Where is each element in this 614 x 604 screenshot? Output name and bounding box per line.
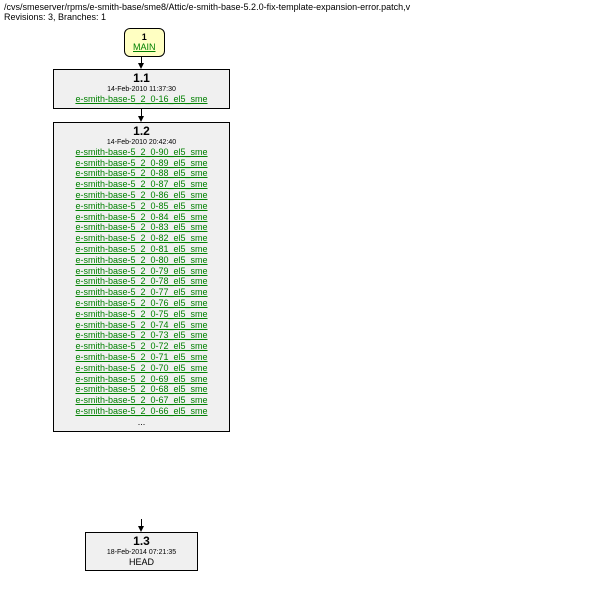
revision-tag-link[interactable]: e-smith-base-5_2_0-86_el5_sme: [58, 190, 225, 201]
cvs-header: /cvs/smeserver/rpms/e-smith-base/sme8/At…: [0, 0, 614, 24]
revision-tag-link[interactable]: e-smith-base-5_2_0-89_el5_sme: [58, 158, 225, 169]
revision-tag-link[interactable]: e-smith-base-5_2_0-16_el5_sme: [58, 94, 225, 105]
revision-tag-link[interactable]: e-smith-base-5_2_0-90_el5_sme: [58, 147, 225, 158]
revision-number: 1.3: [90, 535, 193, 548]
revision-number: 1.2: [58, 125, 225, 138]
revision-node-1-2[interactable]: 1.2 14-Feb-2010 20:42:40 e-smith-base-5_…: [53, 122, 230, 432]
head-label: HEAD: [90, 557, 193, 567]
revision-tag-link[interactable]: e-smith-base-5_2_0-76_el5_sme: [58, 298, 225, 309]
revision-tag-link[interactable]: e-smith-base-5_2_0-74_el5_sme: [58, 320, 225, 331]
revision-tag-link[interactable]: e-smith-base-5_2_0-81_el5_sme: [58, 244, 225, 255]
revision-tag-link[interactable]: e-smith-base-5_2_0-68_el5_sme: [58, 384, 225, 395]
revision-tag-link[interactable]: e-smith-base-5_2_0-77_el5_sme: [58, 287, 225, 298]
revision-tag-link[interactable]: e-smith-base-5_2_0-70_el5_sme: [58, 363, 225, 374]
revision-tag-link[interactable]: e-smith-base-5_2_0-66_el5_sme: [58, 406, 225, 417]
revision-tag-link[interactable]: e-smith-base-5_2_0-88_el5_sme: [58, 168, 225, 179]
revision-tag-link[interactable]: e-smith-base-5_2_0-78_el5_sme: [58, 276, 225, 287]
revision-tag-link[interactable]: e-smith-base-5_2_0-69_el5_sme: [58, 374, 225, 385]
revision-tags-list: e-smith-base-5_2_0-90_el5_smee-smith-bas…: [58, 147, 225, 417]
revision-tag-link[interactable]: e-smith-base-5_2_0-79_el5_sme: [58, 266, 225, 277]
revision-tag-link[interactable]: e-smith-base-5_2_0-75_el5_sme: [58, 309, 225, 320]
revision-tag-link[interactable]: e-smith-base-5_2_0-72_el5_sme: [58, 341, 225, 352]
revision-date: 18-Feb-2014 07:21:35: [90, 549, 193, 557]
revision-tag-link[interactable]: e-smith-base-5_2_0-83_el5_sme: [58, 222, 225, 233]
branch-node-main[interactable]: 1 MAIN: [124, 28, 165, 57]
revision-tag-link[interactable]: e-smith-base-5_2_0-80_el5_sme: [58, 255, 225, 266]
revision-tag-link[interactable]: e-smith-base-5_2_0-73_el5_sme: [58, 330, 225, 341]
cvs-stats: Revisions: 3, Branches: 1: [4, 12, 106, 22]
branch-name-link[interactable]: MAIN: [133, 42, 156, 53]
graph-container: 1 MAIN 1.1 14-Feb-2010 11:37:30 e-smith-…: [0, 24, 614, 604]
revision-number: 1.1: [58, 72, 225, 85]
branch-number: 1: [133, 32, 156, 42]
revision-tag-link[interactable]: e-smith-base-5_2_0-71_el5_sme: [58, 352, 225, 363]
revision-tag-link[interactable]: e-smith-base-5_2_0-67_el5_sme: [58, 395, 225, 406]
revision-tag-link[interactable]: e-smith-base-5_2_0-84_el5_sme: [58, 212, 225, 223]
revision-tag-link[interactable]: e-smith-base-5_2_0-82_el5_sme: [58, 233, 225, 244]
revision-tag-link[interactable]: e-smith-base-5_2_0-87_el5_sme: [58, 179, 225, 190]
revision-date: 14-Feb-2010 11:37:30: [58, 86, 225, 94]
revision-node-1-3[interactable]: 1.3 18-Feb-2014 07:21:35 HEAD: [85, 532, 198, 571]
cvs-path: /cvs/smeserver/rpms/e-smith-base/sme8/At…: [4, 2, 410, 12]
revision-tag-link[interactable]: e-smith-base-5_2_0-85_el5_sme: [58, 201, 225, 212]
revision-node-1-1[interactable]: 1.1 14-Feb-2010 11:37:30 e-smith-base-5_…: [53, 69, 230, 109]
revision-date: 14-Feb-2010 20:42:40: [58, 139, 225, 147]
tags-ellipsis: ...: [138, 417, 146, 427]
